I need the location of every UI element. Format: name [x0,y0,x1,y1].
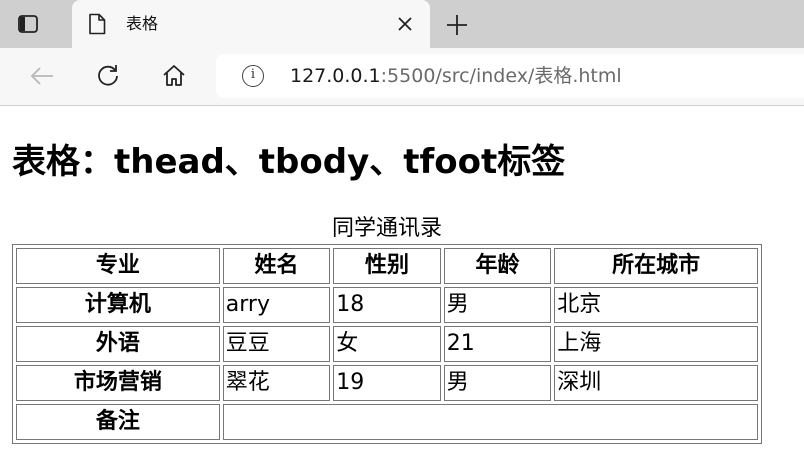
age-cell: 男 [443,287,552,323]
browser-toolbar: i 127.0.0.1:5500/src/index/表格.html [0,48,804,106]
back-icon[interactable] [28,62,56,90]
age-cell: 21 [443,326,552,362]
table-row: 市场营销 翠花 19 男 深圳 [16,365,758,401]
browser-tab[interactable]: 表格 [72,0,430,48]
column-header-name: 姓名 [222,248,331,284]
contacts-table: 专业 姓名 性别 年龄 所在城市 计算机 arry 18 男 北京 外语 豆豆 … [12,244,762,444]
tab-actions-icon[interactable] [16,12,40,36]
close-tab-icon[interactable] [394,13,416,35]
column-header-gender: 性别 [333,248,441,284]
name-cell: arry [222,287,331,323]
gender-cell: 18 [333,287,441,323]
site-info-icon[interactable]: i [242,65,264,87]
home-icon[interactable] [160,62,188,90]
gender-cell: 19 [333,365,441,401]
new-tab-icon[interactable] [444,12,470,38]
table-caption: 同学通讯录 [331,216,442,241]
table-row: 计算机 arry 18 男 北京 [16,287,758,323]
name-cell: 翠花 [222,365,331,401]
footer-value [222,404,758,440]
table-header-row: 专业 姓名 性别 年龄 所在城市 [16,248,758,284]
reload-icon[interactable] [94,62,122,90]
row-header: 计算机 [16,287,220,323]
city-cell: 上海 [554,326,758,362]
url-text[interactable]: 127.0.0.1:5500/src/index/表格.html [290,64,622,88]
address-bar[interactable]: i 127.0.0.1:5500/src/index/表格.html [216,54,804,98]
footer-label: 备注 [16,404,220,440]
document-icon [88,13,106,39]
gender-cell: 女 [333,326,441,362]
name-cell: 豆豆 [222,326,331,362]
age-cell: 男 [443,365,552,401]
column-header-city: 所在城市 [554,248,758,284]
table-footer-row: 备注 [16,404,758,440]
page-content: 表格：thead、tbody、tfoot标签 同学通讯录 专业 姓名 性别 年龄… [0,106,804,473]
tab-title: 表格 [126,14,159,33]
table-row: 外语 豆豆 女 21 上海 [16,326,758,362]
row-header: 外语 [16,326,220,362]
column-header-major: 专业 [16,248,220,284]
column-header-age: 年龄 [443,248,552,284]
tab-strip: 表格 [0,0,804,48]
row-header: 市场营销 [16,365,220,401]
city-cell: 北京 [554,287,758,323]
page-heading: 表格：thead、tbody、tfoot标签 [12,142,566,182]
city-cell: 深圳 [554,365,758,401]
